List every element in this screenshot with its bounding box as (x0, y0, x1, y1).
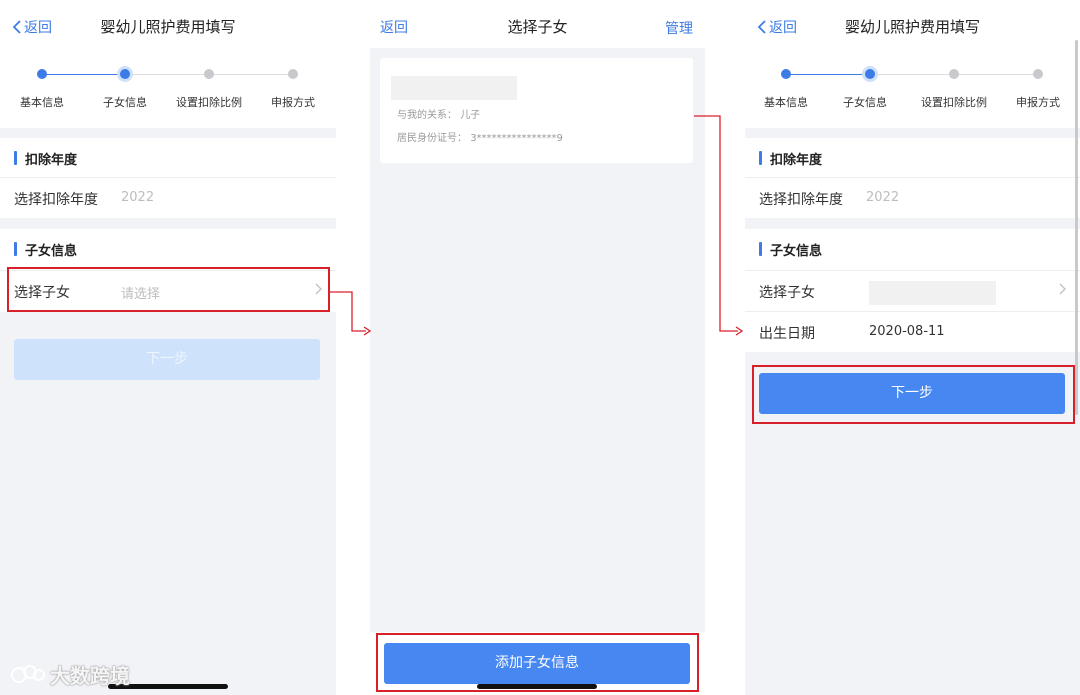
step-label-4: 申报方式 (1016, 96, 1060, 109)
row-select-child[interactable]: 选择子女 (745, 270, 1080, 311)
next-button[interactable]: 下一步 (14, 339, 320, 380)
row-value: 2022 (121, 190, 155, 205)
nav-bar: 返回 选择子女 管理 (370, 0, 705, 48)
row-deduction-year[interactable]: 选择扣除年度 2022 (0, 177, 336, 218)
arrow-to-select-child-screen-icon (330, 291, 372, 336)
step-label-1: 基本信息 (764, 96, 808, 109)
step-line-done (42, 74, 125, 75)
nav-bar: 返回 婴幼儿照护费用填写 (0, 0, 336, 48)
id-row: 居民身份证号： 3****************9 (397, 133, 563, 144)
row-label: 选择扣除年度 (14, 192, 98, 208)
page-title: 婴幼儿照护费用填写 (100, 18, 236, 36)
child-name-redacted (869, 281, 996, 305)
section-child-info: 子女信息 选择子女 出生日期 2020-08-11 (745, 229, 1080, 352)
step-dot-1 (37, 69, 47, 79)
section-heading: 子女信息 (759, 240, 822, 259)
row-value: 2020-08-11 (869, 324, 945, 339)
screen-fee-form-initial: 返回 婴幼儿照护费用填写 基本信息 子女信息 设置扣除比例 申报方式 扣除年度 … (0, 0, 336, 695)
scrollbar[interactable] (1075, 40, 1078, 415)
step-dot-2 (865, 69, 875, 79)
step-dot-3 (949, 69, 959, 79)
child-name-redacted (391, 76, 517, 100)
screen-select-child: 返回 选择子女 管理 与我的关系： 儿子 居民身份证号： 3**********… (370, 0, 705, 695)
row-label: 选择扣除年度 (759, 192, 843, 208)
section-deduction-year: 扣除年度 选择扣除年度 2022 (0, 138, 336, 218)
manage-button[interactable]: 管理 (665, 18, 693, 38)
screen-fee-form-filled: 返回 婴幼儿照护费用填写 基本信息 子女信息 设置扣除比例 申报方式 扣除年度 … (745, 0, 1080, 695)
step-label-2: 子女信息 (843, 96, 887, 109)
page-title: 婴幼儿照护费用填写 (844, 18, 980, 36)
page-title: 选择子女 (507, 18, 568, 36)
step-label-1: 基本信息 (20, 96, 64, 109)
relation-row: 与我的关系： 儿子 (397, 110, 481, 121)
highlight-next-button (752, 365, 1075, 424)
row-label: 选择子女 (759, 285, 815, 301)
nav-bar: 返回 婴幼儿照护费用填写 (745, 0, 1080, 48)
step-line-done (786, 74, 870, 75)
step-dot-4 (288, 69, 298, 79)
step-label-4: 申报方式 (271, 96, 315, 109)
step-indicator: 基本信息 子女信息 设置扣除比例 申报方式 (0, 48, 336, 128)
row-birth-date: 出生日期 2020-08-11 (745, 311, 1080, 352)
highlight-select-child-row (7, 267, 330, 312)
step-dot-4 (1033, 69, 1043, 79)
step-dot-1 (781, 69, 791, 79)
row-label: 出生日期 (759, 326, 815, 342)
step-dot-3 (204, 69, 214, 79)
arrow-to-filled-form-screen-icon (694, 115, 744, 336)
section-heading: 扣除年度 (759, 149, 822, 168)
row-deduction-year[interactable]: 选择扣除年度 2022 (745, 177, 1080, 218)
chevron-right-icon (1059, 283, 1066, 295)
child-card[interactable]: 与我的关系： 儿子 居民身份证号： 3****************9 (380, 58, 693, 163)
step-label-3: 设置扣除比例 (921, 96, 987, 109)
watermark: 大数跨境 (10, 660, 130, 689)
section-deduction-year: 扣除年度 选择扣除年度 2022 (745, 138, 1080, 218)
step-label-2: 子女信息 (103, 96, 147, 109)
step-label-3: 设置扣除比例 (176, 96, 242, 109)
step-dot-2 (120, 69, 130, 79)
watermark-logo-icon (11, 664, 45, 683)
section-heading: 子女信息 (14, 240, 77, 259)
section-heading: 扣除年度 (14, 149, 77, 168)
highlight-add-child-button (376, 633, 699, 692)
row-value: 2022 (866, 190, 900, 205)
step-indicator: 基本信息 子女信息 设置扣除比例 申报方式 (745, 48, 1080, 128)
